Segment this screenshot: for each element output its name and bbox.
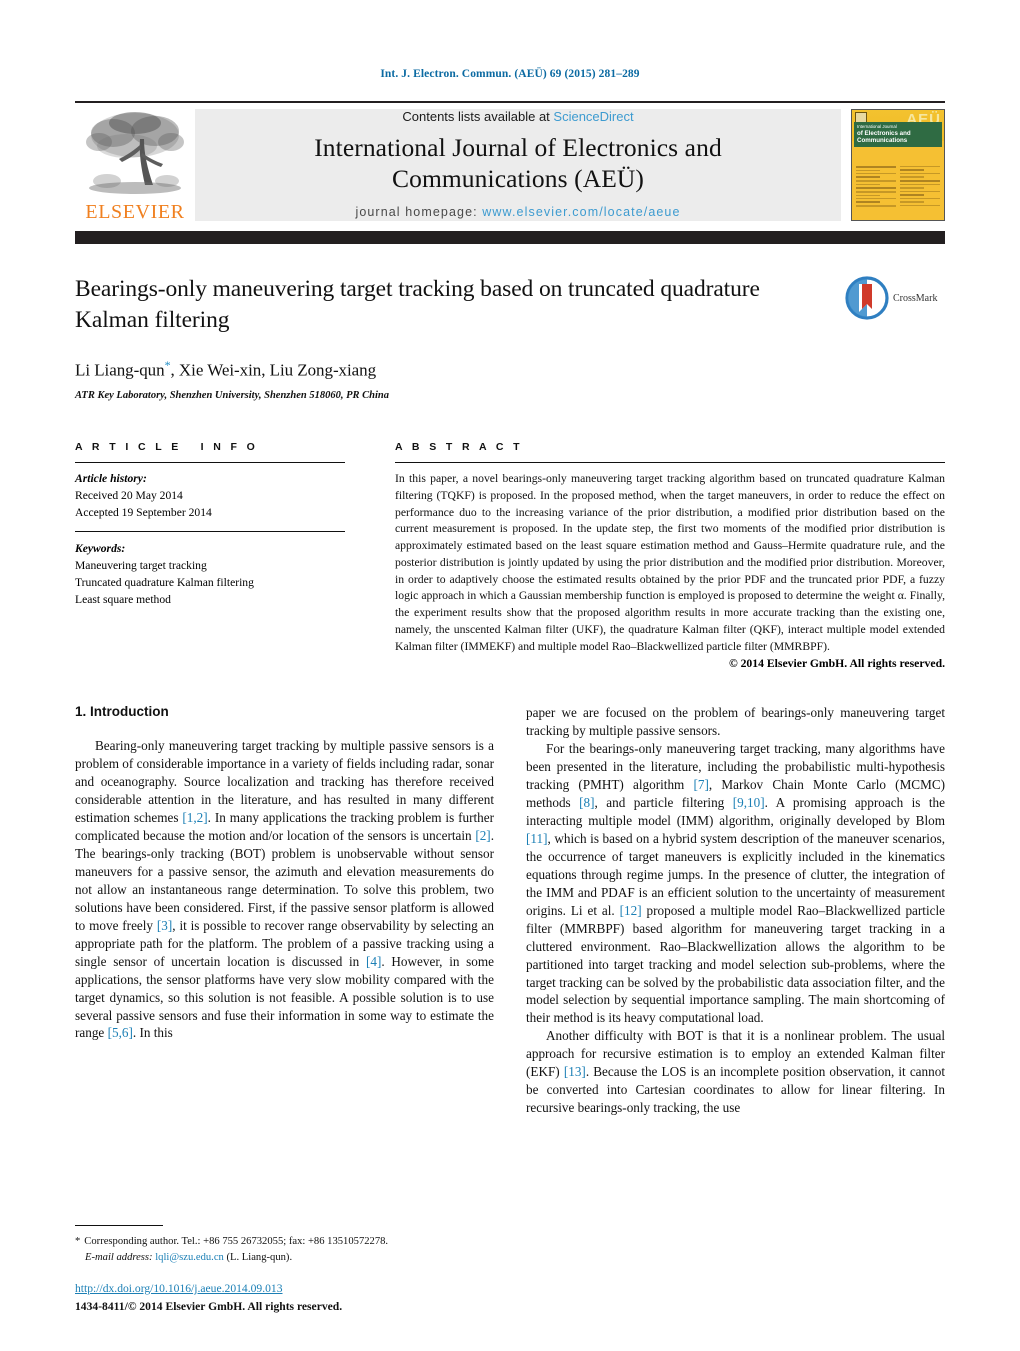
elsevier-tree-icon xyxy=(86,112,184,194)
sciencedirect-link[interactable]: ScienceDirect xyxy=(553,109,633,124)
citation-link-2[interactable]: [2] xyxy=(475,828,490,843)
doi-link[interactable]: http://dx.doi.org/10.1016/j.aeue.2014.09… xyxy=(75,1282,515,1295)
journal-title-line-1: International Journal of Electronics and xyxy=(314,133,722,163)
paper-page: Int. J. Electron. Commun. (AEÜ) 69 (2015… xyxy=(0,0,1020,1351)
email-owner: (L. Liang-qun). xyxy=(226,1251,293,1263)
elsevier-wordmark: ELSEVIER xyxy=(85,201,185,223)
contents-prefix: Contents lists available at xyxy=(402,109,554,125)
body-column-left: 1. Introduction Bearing-only maneuvering… xyxy=(75,704,494,1117)
citation-link-11[interactable]: [11] xyxy=(526,831,547,846)
intro-paragraph-1-continued: paper we are focused on the problem of b… xyxy=(526,705,945,739)
keyword-item: Maneuvering target tracking xyxy=(75,558,207,572)
email-label: E-mail address: xyxy=(85,1251,153,1263)
article-info-column: A R T I C L E I N F O Article history: R… xyxy=(75,441,345,670)
contents-available-line: Contents lists available at ScienceDirec… xyxy=(402,109,633,124)
abstract-text: In this paper, a novel bearings-only man… xyxy=(395,472,945,653)
citation-link-8[interactable]: [8] xyxy=(579,795,594,810)
journal-title: International Journal of Electronics and… xyxy=(314,133,722,194)
citation-link-3[interactable]: [3] xyxy=(157,918,172,933)
cover-title-line-2: Communications xyxy=(857,137,908,145)
masthead-black-bar xyxy=(75,231,945,244)
intro-paragraph-1: Bearing-only maneuvering target tracking… xyxy=(75,737,494,1042)
keyword-item: Truncated quadrature Kalman filtering xyxy=(75,575,254,589)
cover-top-band: AEÜ International Journal of Electronics… xyxy=(852,110,944,147)
cover-title-line-1: of Electronics and xyxy=(857,129,911,137)
intro2-text-f: proposed a multiple model Rao–Blackwelli… xyxy=(526,902,945,1026)
journal-cover-thumbnail: AEÜ International Journal of Electronics… xyxy=(851,109,945,221)
intro3-text-b: . Because the LOS is an incomplete posit… xyxy=(526,1064,945,1116)
citation-link-1-2[interactable]: [1,2] xyxy=(182,810,207,825)
authors-rest: , Xie Wei-xin, Liu Zong-xiang xyxy=(170,360,377,380)
citation-link-5-6[interactable]: [5,6] xyxy=(108,1025,133,1040)
citation-link-4[interactable]: [4] xyxy=(366,954,381,969)
cover-contents-lines xyxy=(852,161,944,220)
footnote-star-marker: * xyxy=(75,1236,81,1248)
article-received-date: Received 20 May 2014 xyxy=(75,489,183,503)
journal-title-line-2: Communications (AEÜ) xyxy=(391,164,644,193)
running-head: Int. J. Electron. Commun. (AEÜ) 69 (2015… xyxy=(380,68,640,80)
doi-area: http://dx.doi.org/10.1016/j.aeue.2014.09… xyxy=(75,1282,515,1315)
section-heading-introduction: 1. Introduction xyxy=(75,704,169,720)
corresponding-author-text: Corresponding author. Tel.: +86 755 2673… xyxy=(84,1236,389,1248)
journal-masthead: ELSEVIER Contents lists available at Sci… xyxy=(75,101,945,229)
intro-text-f: . In this xyxy=(132,1025,173,1041)
author-list: Li Liang-qun*, Xie Wei-xin, Liu Zong-xia… xyxy=(75,358,829,381)
intro-paragraph-2: For the bearings-only maneuvering target… xyxy=(526,740,945,1027)
citation-link-13[interactable]: [13] xyxy=(564,1064,586,1079)
footnote-rule xyxy=(75,1225,163,1227)
citation-link-9-10[interactable]: [9,10] xyxy=(733,795,765,810)
footnote-area: * Corresponding author. Tel.: +86 755 267… xyxy=(75,1225,498,1265)
article-accepted-date: Accepted 19 September 2014 xyxy=(75,506,212,520)
authors-text: Li Liang-qun xyxy=(75,360,165,380)
article-history-label: Article history: xyxy=(75,472,147,486)
cover-title-banner: International Journal of Electronics and… xyxy=(854,122,942,147)
affiliation: ATR Key Laboratory, Shenzhen University,… xyxy=(75,390,389,402)
article-history-block: Article history: Received 20 May 2014 Ac… xyxy=(75,463,345,530)
keywords-block: Keywords: Maneuvering target tracking Tr… xyxy=(75,532,345,618)
keywords-label: Keywords: xyxy=(75,541,126,555)
article-title-block: Bearings-only maneuvering target trackin… xyxy=(75,274,945,401)
crossmark-icon xyxy=(845,276,889,320)
elsevier-logo: ELSEVIER xyxy=(75,103,195,229)
body-column-right: paper we are focused on the problem of b… xyxy=(526,704,945,1117)
info-abstract-section: A R T I C L E I N F O Article history: R… xyxy=(75,441,945,670)
issn-copyright-line: 1434-8411/© 2014 Elsevier GmbH. All righ… xyxy=(75,1300,343,1313)
homepage-url-link[interactable]: www.elsevier.com/locate/aeue xyxy=(482,205,680,219)
email-link[interactable]: lqli@szu.edu.cn xyxy=(155,1252,224,1263)
citation-link-12[interactable]: [12] xyxy=(620,903,642,918)
masthead-center: Contents lists available at ScienceDirec… xyxy=(195,109,841,221)
intro-paragraph-3: Another difficulty with BOT is that it i… xyxy=(526,1027,945,1117)
body-columns: 1. Introduction Bearing-only maneuvering… xyxy=(75,704,945,1117)
homepage-label: journal homepage: xyxy=(355,204,478,219)
abstract-column: A B S T R A C T In this paper, a novel b… xyxy=(395,441,945,670)
corresponding-author-note: * Corresponding author. Tel.: +86 755 267… xyxy=(75,1234,498,1265)
page-title: Bearings-only maneuvering target trackin… xyxy=(75,276,760,334)
crossmark-badge[interactable]: CrossMark xyxy=(845,274,945,320)
abstract-copyright: © 2014 Elsevier GmbH. All rights reserve… xyxy=(728,657,945,671)
abstract-heading: A B S T R A C T xyxy=(395,441,523,454)
keyword-item: Least square method xyxy=(75,593,171,607)
intro2-text-c: , and particle filtering xyxy=(594,795,733,810)
journal-homepage-line: journal homepage: www.elsevier.com/locat… xyxy=(355,205,680,219)
crossmark-label: CrossMark xyxy=(893,292,938,304)
citation-link-7[interactable]: [7] xyxy=(694,777,709,792)
article-info-heading: A R T I C L E I N F O xyxy=(75,441,259,454)
